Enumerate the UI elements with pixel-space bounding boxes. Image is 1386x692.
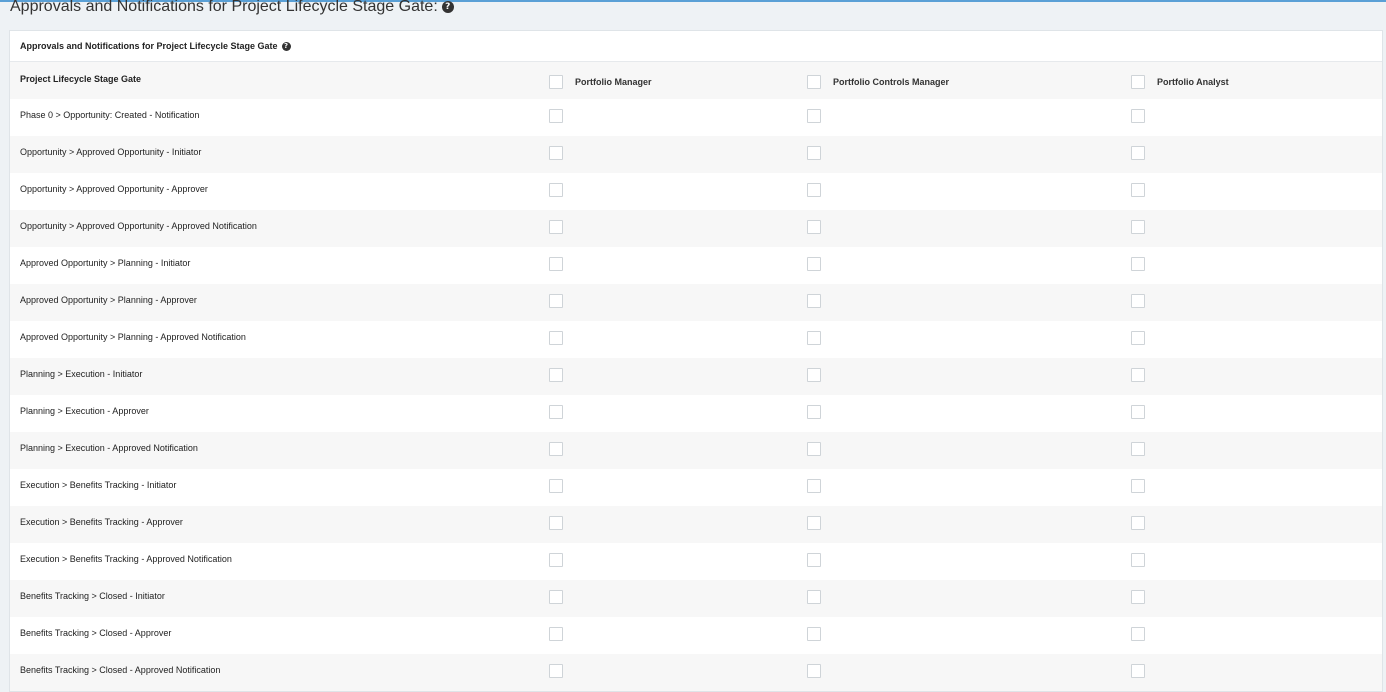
- column-header-portfolio-analyst: Portfolio Analyst: [1157, 77, 1229, 87]
- grid-header-row: Project Lifecycle Stage Gate Portfolio M…: [10, 62, 1382, 99]
- portfolio-analyst-checkbox[interactable]: [1131, 516, 1145, 530]
- column-header-portfolio-manager: Portfolio Manager: [575, 77, 652, 87]
- panel-title: Approvals and Notifications for Project …: [20, 41, 278, 51]
- stage-gate-label: Execution > Benefits Tracking - Initiato…: [20, 480, 177, 490]
- portfolio-analyst-checkbox[interactable]: [1131, 257, 1145, 271]
- table-row: Opportunity > Approved Opportunity - App…: [10, 173, 1382, 210]
- stage-gate-label: Execution > Benefits Tracking - Approved…: [20, 554, 232, 564]
- table-row: Planning > Execution - Approved Notifica…: [10, 432, 1382, 469]
- approvals-panel: Approvals and Notifications for Project …: [9, 30, 1383, 692]
- stage-gate-label: Benefits Tracking > Closed - Approved No…: [20, 665, 221, 675]
- portfolio-analyst-checkbox[interactable]: [1131, 664, 1145, 678]
- portfolio-analyst-checkbox[interactable]: [1131, 183, 1145, 197]
- portfolio-controls-manager-checkbox[interactable]: [807, 109, 821, 123]
- portfolio-manager-checkbox[interactable]: [549, 627, 563, 641]
- table-row: Planning > Execution - Initiator: [10, 358, 1382, 395]
- portfolio-manager-checkbox[interactable]: [549, 479, 563, 493]
- stage-gate-label: Approved Opportunity > Planning - Approv…: [20, 295, 197, 305]
- portfolio-manager-checkbox[interactable]: [549, 553, 563, 567]
- portfolio-manager-checkbox[interactable]: [549, 294, 563, 308]
- portfolio-controls-manager-checkbox[interactable]: [807, 405, 821, 419]
- stage-gate-label: Benefits Tracking > Closed - Initiator: [20, 591, 165, 601]
- portfolio-analyst-checkbox[interactable]: [1131, 405, 1145, 419]
- table-row: Opportunity > Approved Opportunity - Ini…: [10, 136, 1382, 173]
- stage-gate-label: Planning > Execution - Initiator: [20, 369, 143, 379]
- table-row: Opportunity > Approved Opportunity - App…: [10, 210, 1382, 247]
- portfolio-manager-checkbox[interactable]: [549, 183, 563, 197]
- portfolio-manager-checkbox[interactable]: [549, 109, 563, 123]
- portfolio-controls-manager-checkbox[interactable]: [807, 627, 821, 641]
- portfolio-analyst-checkbox[interactable]: [1131, 146, 1145, 160]
- column-header-portfolio-controls-manager: Portfolio Controls Manager: [833, 77, 950, 87]
- portfolio-controls-manager-checkbox[interactable]: [807, 664, 821, 678]
- table-row: Phase 0 > Opportunity: Created - Notific…: [10, 99, 1382, 136]
- table-row: Planning > Execution - Approver: [10, 395, 1382, 432]
- stage-gate-label: Phase 0 > Opportunity: Created - Notific…: [20, 110, 200, 120]
- stage-gate-label: Opportunity > Approved Opportunity - App…: [20, 184, 208, 194]
- portfolio-controls-manager-checkbox[interactable]: [807, 553, 821, 567]
- row-header-label: Project Lifecycle Stage Gate: [20, 74, 142, 84]
- table-row: Execution > Benefits Tracking - Approver: [10, 506, 1382, 543]
- page-title: Approvals and Notifications for Project …: [10, 0, 454, 16]
- portfolio-controls-manager-checkbox[interactable]: [807, 257, 821, 271]
- table-row: Benefits Tracking > Closed - Initiator: [10, 580, 1382, 617]
- page-title-text: Approvals and Notifications for Project …: [10, 0, 438, 15]
- table-row: Execution > Benefits Tracking - Initiato…: [10, 469, 1382, 506]
- portfolio-manager-checkbox[interactable]: [549, 590, 563, 604]
- portfolio-analyst-checkbox[interactable]: [1131, 627, 1145, 641]
- table-row: Approved Opportunity > Planning - Approv…: [10, 321, 1382, 358]
- stage-gate-label: Approved Opportunity > Planning - Approv…: [20, 332, 246, 342]
- portfolio-controls-manager-checkbox[interactable]: [807, 146, 821, 160]
- table-row: Benefits Tracking > Closed - Approved No…: [10, 654, 1382, 691]
- grid-body: Phase 0 > Opportunity: Created - Notific…: [10, 99, 1382, 691]
- stage-gate-label: Planning > Execution - Approved Notifica…: [20, 443, 198, 453]
- stage-gate-label: Execution > Benefits Tracking - Approver: [20, 517, 183, 527]
- portfolio-analyst-checkbox[interactable]: [1131, 220, 1145, 234]
- portfolio-analyst-checkbox[interactable]: [1131, 109, 1145, 123]
- stage-gate-label: Opportunity > Approved Opportunity - Ini…: [20, 147, 202, 157]
- stage-gate-label: Benefits Tracking > Closed - Approver: [20, 628, 172, 638]
- portfolio-controls-manager-checkbox[interactable]: [807, 294, 821, 308]
- portfolio-controls-manager-checkbox[interactable]: [807, 331, 821, 345]
- panel-header: Approvals and Notifications for Project …: [10, 31, 1382, 62]
- portfolio-analyst-checkbox[interactable]: [1131, 331, 1145, 345]
- table-row: Execution > Benefits Tracking - Approved…: [10, 543, 1382, 580]
- portfolio-analyst-checkbox[interactable]: [1131, 294, 1145, 308]
- portfolio-controls-manager-checkbox[interactable]: [807, 220, 821, 234]
- select-all-portfolio-manager-checkbox[interactable]: [549, 75, 563, 89]
- portfolio-controls-manager-checkbox[interactable]: [807, 590, 821, 604]
- portfolio-manager-checkbox[interactable]: [549, 516, 563, 530]
- question-circle-icon[interactable]: ?: [441, 1, 454, 13]
- table-row: Approved Opportunity > Planning - Approv…: [10, 284, 1382, 321]
- portfolio-manager-checkbox[interactable]: [549, 368, 563, 382]
- portfolio-analyst-checkbox[interactable]: [1131, 442, 1145, 456]
- portfolio-controls-manager-checkbox[interactable]: [807, 183, 821, 197]
- portfolio-analyst-checkbox[interactable]: [1131, 553, 1145, 567]
- portfolio-manager-checkbox[interactable]: [549, 257, 563, 271]
- stage-gate-label: Approved Opportunity > Planning - Initia…: [20, 258, 191, 268]
- portfolio-analyst-checkbox[interactable]: [1131, 590, 1145, 604]
- select-all-portfolio-analyst-checkbox[interactable]: [1131, 75, 1145, 89]
- portfolio-controls-manager-checkbox[interactable]: [807, 368, 821, 382]
- portfolio-manager-checkbox[interactable]: [549, 146, 563, 160]
- portfolio-controls-manager-checkbox[interactable]: [807, 442, 821, 456]
- portfolio-manager-checkbox[interactable]: [549, 664, 563, 678]
- select-all-portfolio-controls-manager-checkbox[interactable]: [807, 75, 821, 89]
- portfolio-controls-manager-checkbox[interactable]: [807, 516, 821, 530]
- table-row: Benefits Tracking > Closed - Approver: [10, 617, 1382, 654]
- portfolio-manager-checkbox[interactable]: [549, 442, 563, 456]
- portfolio-manager-checkbox[interactable]: [549, 331, 563, 345]
- portfolio-manager-checkbox[interactable]: [549, 220, 563, 234]
- stage-gate-label: Opportunity > Approved Opportunity - App…: [20, 221, 257, 231]
- table-row: Approved Opportunity > Planning - Initia…: [10, 247, 1382, 284]
- stage-gate-label: Planning > Execution - Approver: [20, 406, 149, 416]
- portfolio-manager-checkbox[interactable]: [549, 405, 563, 419]
- question-circle-icon[interactable]: ?: [281, 41, 291, 51]
- portfolio-analyst-checkbox[interactable]: [1131, 479, 1145, 493]
- portfolio-analyst-checkbox[interactable]: [1131, 368, 1145, 382]
- portfolio-controls-manager-checkbox[interactable]: [807, 479, 821, 493]
